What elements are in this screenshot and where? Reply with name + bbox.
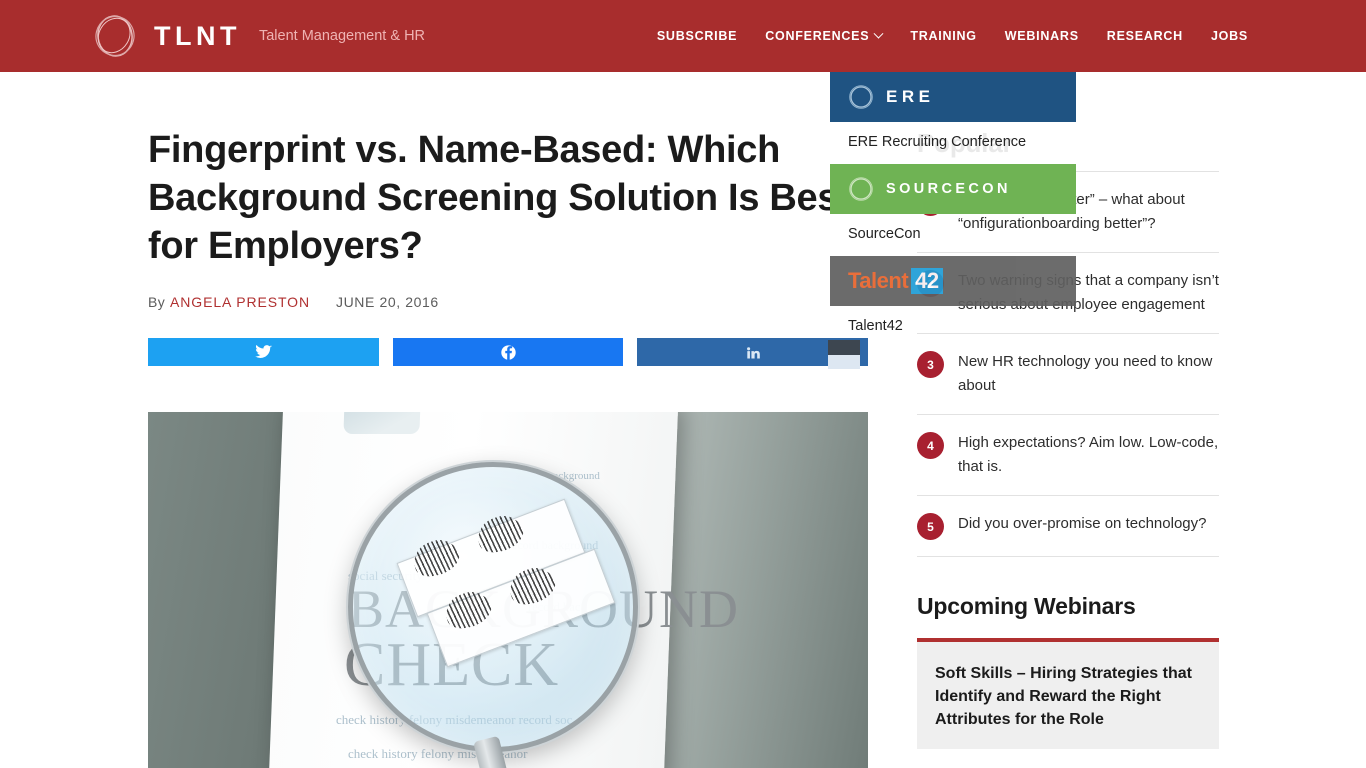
nav-item-subscribe[interactable]: SUBSCRIBE xyxy=(657,29,737,43)
byline: By ANGELA PRESTON JUNE 20, 2016 xyxy=(148,294,868,310)
conferences-dropdown: ERE ERE Recruiting Conference SOURCECON … xyxy=(830,72,1076,348)
rank-badge: 4 xyxy=(917,432,944,459)
tlnt-ring-logo-icon xyxy=(90,11,140,61)
sourcecon-logo-text: SOURCECON xyxy=(886,181,1011,197)
talent42-word-a: Talent xyxy=(848,268,909,293)
article-hero-image: social security record background record… xyxy=(148,412,868,768)
site-brand[interactable]: TLNT Talent Management & HR xyxy=(90,11,425,61)
dropdown-item-talent42[interactable]: Talent 42 Talent42 xyxy=(830,256,1076,348)
webinar-card-title: Soft Skills – Hiring Strategies that Ide… xyxy=(935,665,1192,728)
ere-logo-block: ERE xyxy=(830,72,1076,122)
facebook-f-icon xyxy=(500,344,516,360)
nav-label: SUBSCRIBE xyxy=(656,29,738,43)
hero-magnifying-glass xyxy=(348,462,638,752)
main-navigation: SUBSCRIBE CONFERENCES TRAINING WEBINARS … xyxy=(657,28,1248,43)
dropdown-item-sourcecon[interactable]: SOURCECON SourceCon xyxy=(830,164,1076,256)
list-item[interactable]: 4 High expectations? Aim low. Low-code, … xyxy=(917,415,1219,496)
talent42-word-b: 42 xyxy=(911,268,943,294)
ere-ring-logo-icon xyxy=(848,84,874,110)
nav-item-research[interactable]: RESEARCH xyxy=(1107,29,1183,43)
nav-item-training[interactable]: TRAINING xyxy=(910,29,976,43)
dropdown-label-talent42[interactable]: Talent42 xyxy=(830,306,1076,348)
byline-by-label: By xyxy=(148,294,166,310)
page-root: TLNT Talent Management & HR SUBSCRIBE CO… xyxy=(0,0,1366,768)
rank-badge: 5 xyxy=(917,513,944,540)
ere-logo-text: ERE xyxy=(886,87,935,106)
talent42-wordmark-icon: Talent 42 xyxy=(848,268,943,294)
nav-item-conferences[interactable]: CONFERENCES xyxy=(765,28,884,43)
list-item-title: High expectations? Aim low. Low-code, th… xyxy=(958,434,1219,475)
nav-label: JOBS xyxy=(1210,29,1248,43)
byline-author-link[interactable]: ANGELA PRESTON xyxy=(170,294,310,310)
article-container: Fingerprint vs. Name-Based: Which Backgr… xyxy=(148,72,869,366)
nav-label: TRAINING xyxy=(910,29,977,43)
page-title: Fingerprint vs. Name-Based: Which Backgr… xyxy=(148,129,851,267)
upcoming-webinars-heading: Upcoming Webinars xyxy=(917,593,1136,619)
share-buttons-row xyxy=(148,338,869,366)
list-item-title: Did you over-promise on technology? xyxy=(958,515,1207,532)
site-header: TLNT Talent Management & HR SUBSCRIBE CO… xyxy=(0,0,1366,72)
linkedin-in-icon xyxy=(745,345,761,360)
nav-label: RESEARCH xyxy=(1106,29,1183,43)
chevron-down-icon xyxy=(873,28,884,39)
brand-tagline: Talent Management & HR xyxy=(258,28,426,44)
nav-label: CONFERENCES xyxy=(765,29,870,43)
webinar-card[interactable]: Soft Skills – Hiring Strategies that Ide… xyxy=(917,638,1219,749)
share-twitter-button[interactable] xyxy=(148,338,379,366)
byline-date: JUNE 20, 2016 xyxy=(336,294,439,310)
brand-name: TLNT xyxy=(154,20,241,51)
talent42-shadow-left-lower xyxy=(828,355,860,369)
dropdown-label-ere[interactable]: ERE Recruiting Conference xyxy=(830,122,1076,164)
nav-label: WEBINARS xyxy=(1004,29,1079,43)
dropdown-item-ere[interactable]: ERE ERE Recruiting Conference xyxy=(830,72,1076,164)
list-item-title: New HR technology you need to know about xyxy=(958,353,1213,394)
hero-document-fold xyxy=(343,412,421,434)
talent42-logo-block: Talent 42 xyxy=(830,256,1076,306)
list-item[interactable]: 5 Did you over-promise on technology? xyxy=(917,496,1219,557)
dropdown-label-sourcecon[interactable]: SourceCon xyxy=(830,214,1076,256)
share-facebook-button[interactable] xyxy=(392,338,624,366)
nav-item-webinars[interactable]: WEBINARS xyxy=(1005,29,1079,43)
sourcecon-ring-logo-icon xyxy=(848,176,874,202)
rank-badge: 3 xyxy=(917,351,944,378)
sourcecon-logo-block: SOURCECON xyxy=(830,164,1076,214)
twitter-bird-icon xyxy=(254,345,272,359)
nav-item-jobs[interactable]: JOBS xyxy=(1211,29,1248,43)
